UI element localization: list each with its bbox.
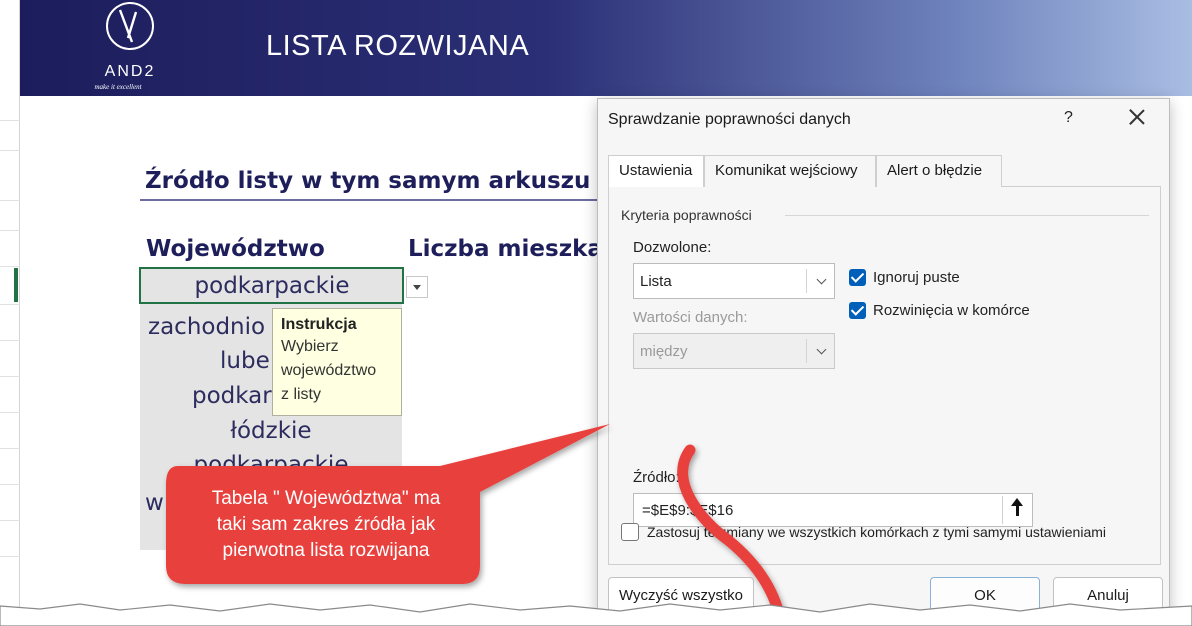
- column-header-liczba: Liczba mieszkań: [408, 236, 620, 262]
- incell-dropdown-label: Rozwinięcia w komórce: [873, 302, 1030, 319]
- incell-dropdown-checkbox[interactable]: [849, 302, 866, 319]
- tooltip-body: Wybierz województwo z listy: [281, 338, 377, 403]
- section-underline: [140, 199, 600, 201]
- arrow-up-icon: [1011, 498, 1023, 516]
- dropdown-button[interactable]: [406, 276, 428, 298]
- data-select[interactable]: między: [633, 333, 835, 369]
- row-header-gutter: [0, 0, 20, 626]
- table-cell[interactable]: łódzkie: [140, 418, 402, 444]
- section-title: Źródło listy w tym samym arkuszu: [145, 168, 591, 194]
- tab-komunikat-wejsciowy[interactable]: Komunikat wejściowy: [704, 155, 876, 187]
- group-label: Kryteria poprawności: [621, 207, 752, 223]
- close-icon[interactable]: [1124, 105, 1150, 131]
- callout-text: Tabela " Województwa" ma taki sam zakres…: [211, 488, 441, 561]
- allow-select[interactable]: Lista: [633, 263, 835, 299]
- source-input[interactable]: =$E$9:$E$16: [633, 493, 1033, 527]
- data-validation-dialog: Sprawdzanie poprawności danych ? Ustawie…: [597, 98, 1170, 626]
- collapse-dialog-button[interactable]: [1002, 496, 1032, 524]
- settings-panel: Kryteria poprawności Dozwolone: Lista Wa…: [608, 187, 1161, 565]
- clear-all-button[interactable]: Wyczyść wszystko: [608, 577, 754, 615]
- dialog-title: Sprawdzanie poprawności danych: [608, 111, 851, 128]
- chevron-down-icon: [816, 274, 827, 285]
- data-label: Wartości danych:: [633, 309, 748, 326]
- active-row-marker: [14, 268, 18, 302]
- tooltip-title: Instrukcja: [281, 316, 357, 333]
- tab-ustawienia[interactable]: Ustawienia: [608, 155, 704, 188]
- ok-button[interactable]: OK: [930, 577, 1040, 615]
- table-cell[interactable]: podkarpackie: [140, 452, 402, 466]
- apply-all-label: Zastosuj te zmiany we wszystkich komórka…: [647, 524, 1107, 540]
- ignore-blank-checkbox[interactable]: [849, 269, 866, 286]
- chevron-down-icon: [816, 344, 827, 355]
- svg-text:AND2: AND2: [105, 63, 156, 80]
- source-label: Źródło:: [633, 469, 680, 486]
- cancel-button[interactable]: Anuluj: [1053, 577, 1163, 615]
- column-header-wojewodztwo: Województwo: [146, 236, 325, 262]
- allow-value: Lista: [640, 273, 672, 290]
- apply-all-checkbox[interactable]: [621, 523, 639, 541]
- allow-label: Dozwolone:: [633, 239, 712, 256]
- input-message-tooltip: Instrukcja Wybierz województwo z listy: [272, 308, 402, 416]
- dialog-tabs: Ustawienia Komunikat wejściowy Alert o b…: [608, 155, 1161, 188]
- and2-logo: AND2 make it excellent: [94, 2, 156, 91]
- selected-cell[interactable]: podkarpackie: [139, 267, 404, 304]
- header-banner: AND2 make it excellent LISTA ROZWIJANA: [20, 0, 1192, 96]
- tab-alert-o-bledzie[interactable]: Alert o błędzie: [876, 155, 1002, 187]
- svg-text:make it excellent: make it excellent: [94, 83, 142, 91]
- help-button[interactable]: ?: [1064, 109, 1073, 127]
- group-divider: [785, 215, 1149, 216]
- ignore-blank-label: Ignoruj puste: [873, 269, 960, 286]
- data-value: między: [640, 343, 688, 360]
- source-value: =$E$9:$E$16: [642, 502, 734, 519]
- dropdown-arrow-icon: [413, 285, 421, 290]
- selected-cell-value: podkarpackie: [194, 273, 350, 299]
- banner-title: LISTA ROZWIJANA: [266, 30, 530, 62]
